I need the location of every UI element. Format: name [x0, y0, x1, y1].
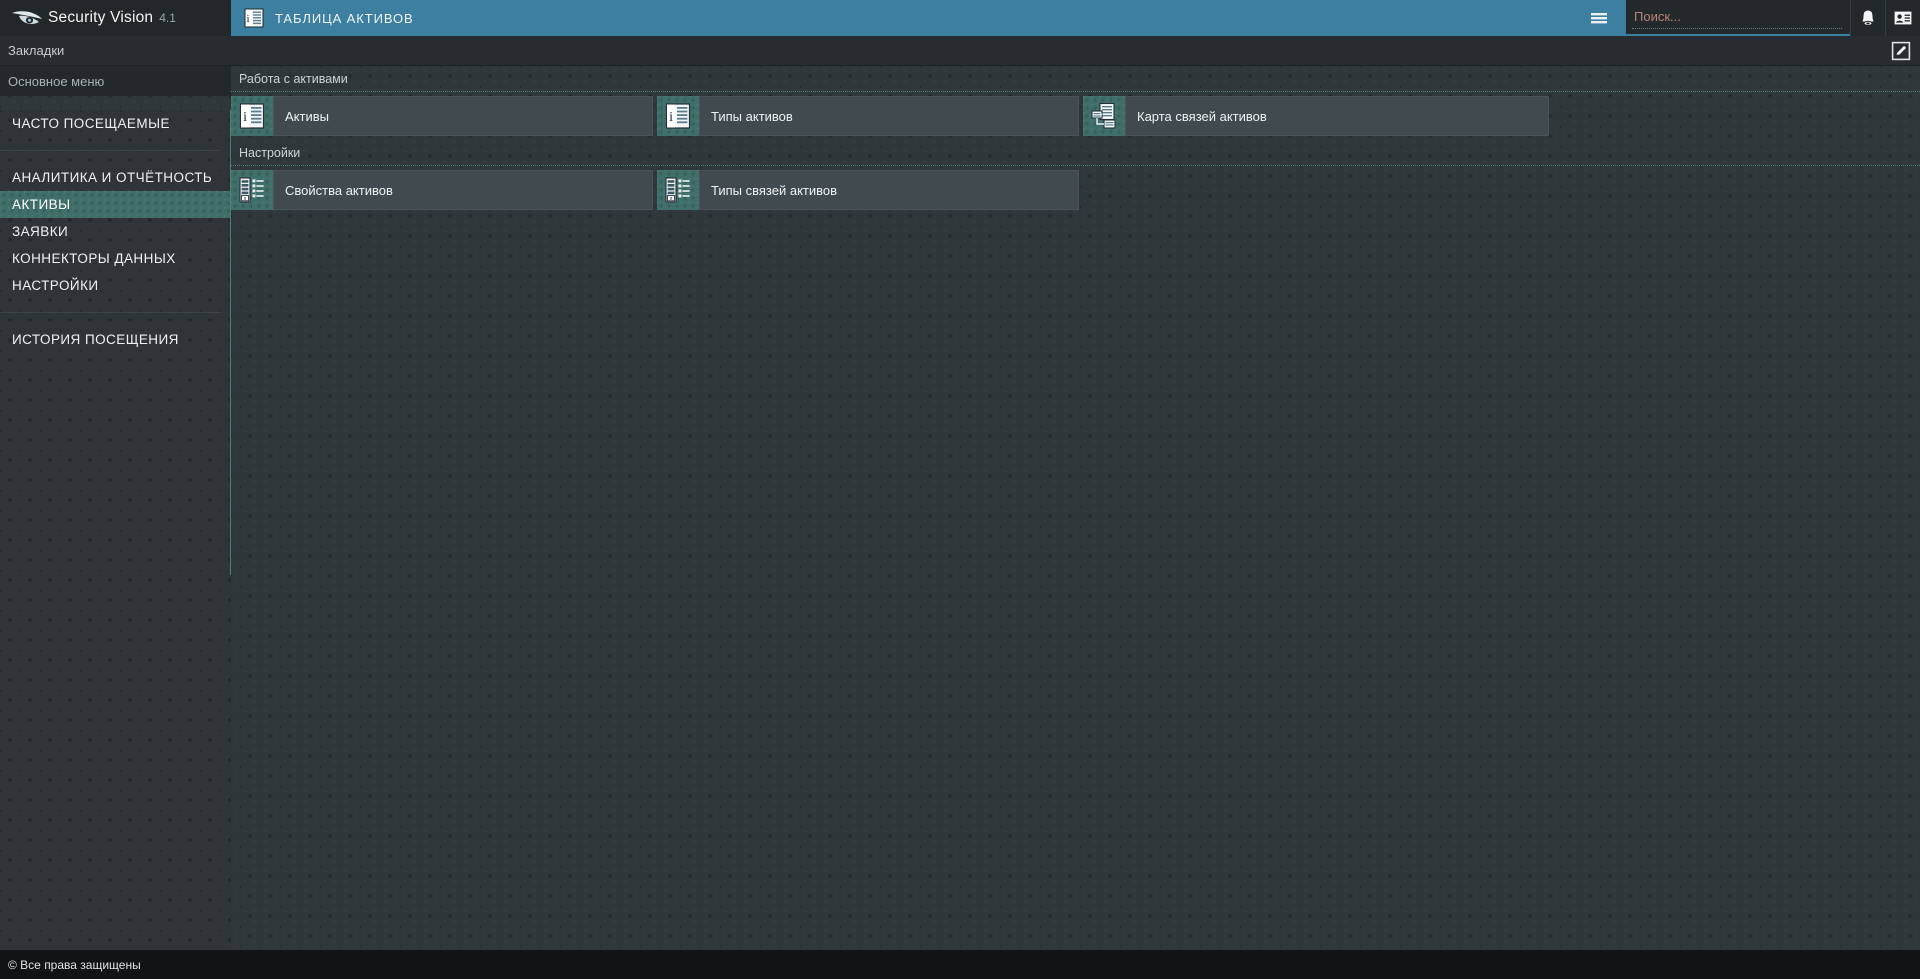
- sidebar-item-label: АКТИВЫ: [12, 197, 71, 212]
- sidebar-title: Основное меню: [0, 66, 231, 96]
- sidebar-item-label: НАСТРОЙКИ: [12, 278, 99, 293]
- asset-book-icon: i: [657, 96, 699, 136]
- sidebar-separator-1: [0, 150, 221, 151]
- svg-text:x: x: [244, 196, 247, 202]
- work-area: Основное меню ЧАСТО ПОСЕЩАЕМЫЕ АНАЛИТИКА…: [0, 66, 1920, 964]
- tile-assets[interactable]: i Активы: [231, 96, 653, 136]
- edit-pencil-icon[interactable]: [1890, 40, 1912, 62]
- tile-label: Активы: [273, 96, 653, 136]
- svg-text:x: x: [670, 196, 673, 202]
- copyright-text: © Все права защищены: [8, 957, 141, 972]
- brand-name: Security Vision: [48, 9, 154, 26]
- tab-label: ТАБЛИЦА АКТИВОВ: [275, 10, 414, 26]
- user-card-icon: [1892, 7, 1914, 29]
- sidebar: Основное меню ЧАСТО ПОСЕЩАЕМЫЕ АНАЛИТИКА…: [0, 66, 231, 964]
- sidebar-item-label: АНАЛИТИКА И ОТЧЁТНОСТЬ: [12, 170, 213, 185]
- section-settings-title: Настройки: [231, 140, 1920, 166]
- bookmarks-bar: Закладки: [0, 36, 1920, 66]
- svg-text:i: i: [247, 13, 251, 25]
- profile-button[interactable]: [1885, 0, 1920, 36]
- sidebar-item-label: ЧАСТО ПОСЕЩАЕМЫЕ: [12, 116, 170, 131]
- sidebar-separator-2: [0, 312, 221, 313]
- sidebar-body: ЧАСТО ПОСЕЩАЕМЫЕ АНАЛИТИКА И ОТЧЁТНОСТЬ …: [0, 110, 231, 964]
- tile-label: Карта связей активов: [1125, 96, 1549, 136]
- app-header: Security Vision 4.1 i ТАБЛИЦА АКТИВОВ По…: [0, 0, 1920, 36]
- search-input[interactable]: [1632, 5, 1842, 29]
- asset-table-icon: i: [243, 7, 265, 29]
- properties-list-icon: x: [657, 170, 699, 210]
- tile-asset-relation-map[interactable]: Карта связей активов: [1083, 96, 1549, 136]
- sidebar-item-label: ИСТОРИЯ ПОСЕЩЕНИЯ: [12, 332, 179, 347]
- brand-area: Security Vision 4.1: [0, 0, 231, 36]
- sidebar-item-label: КОННЕКТОРЫ ДАННЫХ: [12, 251, 176, 266]
- sidebar-item-requests[interactable]: ЗАЯВКИ: [0, 218, 231, 245]
- sidebar-item-assets[interactable]: АКТИВЫ: [0, 191, 231, 218]
- tile-asset-types[interactable]: i Типы активов: [657, 96, 1079, 136]
- bell-icon: [1857, 7, 1879, 29]
- notifications-button[interactable]: [1850, 0, 1885, 36]
- tile-label: Типы активов: [699, 96, 1079, 136]
- bookmarks-label: Закладки: [8, 43, 65, 58]
- sidebar-item-analytics[interactable]: АНАЛИТИКА И ОТЧЁТНОСТЬ: [0, 164, 231, 191]
- hamburger-menu-icon[interactable]: [1588, 7, 1610, 29]
- tile-asset-properties[interactable]: x Свойства активов: [231, 170, 653, 210]
- sidebar-item-frequent[interactable]: ЧАСТО ПОСЕЩАЕМЫЕ: [0, 110, 231, 137]
- eye-logo-icon: [10, 6, 44, 30]
- asset-book-icon: i: [231, 96, 273, 136]
- section-asset-work-tiles: i Активы i Типы активов Карта связей акт…: [231, 92, 1920, 140]
- tab-strip: i ТАБЛИЦА АКТИВОВ: [231, 0, 1626, 36]
- sidebar-item-label: ЗАЯВКИ: [12, 224, 69, 239]
- properties-list-icon: x: [231, 170, 273, 210]
- sidebar-item-settings[interactable]: НАСТРОЙКИ: [0, 272, 231, 299]
- sidebar-item-history[interactable]: ИСТОРИЯ ПОСЕЩЕНИЯ: [0, 326, 231, 353]
- brand-version: 4.1: [159, 11, 176, 25]
- tile-label: Типы связей активов: [699, 170, 1079, 210]
- section-settings-tiles: x Свойства активов x Типы связей активов: [231, 166, 1920, 214]
- svg-text:i: i: [669, 110, 673, 125]
- tile-label: Свойства активов: [273, 170, 653, 210]
- main-content: Работа с активами i Активы i Типы активо…: [231, 66, 1920, 950]
- svg-text:i: i: [243, 110, 247, 125]
- footer: © Все права защищены: [0, 950, 1920, 979]
- section-asset-work-title: Работа с активами: [231, 66, 1920, 92]
- relation-map-icon: [1083, 96, 1125, 136]
- search-container[interactable]: [1626, 0, 1850, 34]
- sidebar-item-connectors[interactable]: КОННЕКТОРЫ ДАННЫХ: [0, 245, 231, 272]
- tab-asset-table[interactable]: i ТАБЛИЦА АКТИВОВ: [231, 0, 1626, 36]
- tile-asset-relation-types[interactable]: x Типы связей активов: [657, 170, 1079, 210]
